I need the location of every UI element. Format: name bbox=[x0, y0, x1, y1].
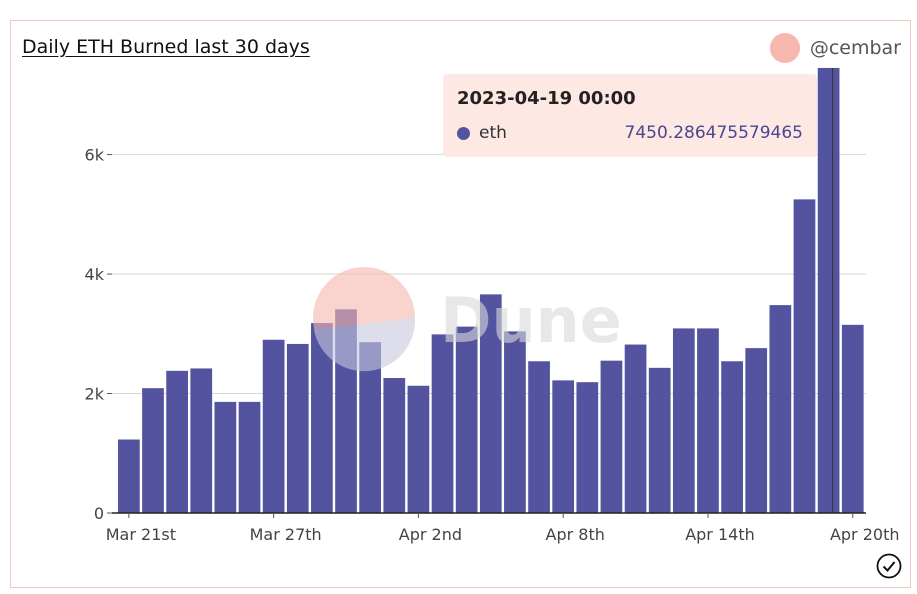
bar bbox=[238, 401, 261, 513]
bar bbox=[118, 439, 140, 513]
bar bbox=[600, 360, 623, 513]
x-tick-label: Apr 2nd bbox=[399, 525, 462, 544]
tooltip-date: 2023-04-19 00:00 bbox=[457, 88, 636, 109]
bar bbox=[721, 361, 743, 513]
x-tick-label: Mar 27th bbox=[250, 525, 322, 544]
y-axis-ticks: 0 2k 4k 6k bbox=[85, 146, 105, 523]
tooltip-row: eth 7450.286475579465 bbox=[457, 123, 803, 143]
y-tick-label: 0 bbox=[94, 504, 104, 523]
bar bbox=[528, 361, 550, 513]
y-tick-label: 4k bbox=[85, 265, 105, 284]
bar bbox=[576, 382, 599, 513]
bar bbox=[745, 348, 768, 513]
bar bbox=[190, 368, 213, 513]
y-tick-label: 6k bbox=[85, 146, 105, 165]
watermark-text: Dune bbox=[440, 284, 622, 357]
x-axis-ticks: Mar 21st Mar 27th Apr 2nd Apr 8th Apr 14th Ap… bbox=[106, 513, 900, 544]
dune-watermark: Dune bbox=[313, 267, 622, 372]
bar bbox=[624, 344, 647, 513]
bar bbox=[552, 380, 575, 513]
bar bbox=[672, 328, 695, 513]
tooltip-value: 7450.286475579465 bbox=[624, 123, 803, 143]
bar bbox=[142, 388, 164, 513]
bar bbox=[166, 370, 188, 513]
x-tick-label: Mar 21st bbox=[106, 525, 176, 544]
x-tick-label: Apr 8th bbox=[546, 525, 605, 544]
bar bbox=[504, 331, 526, 513]
bar bbox=[214, 401, 237, 513]
y-tick-label: 2k bbox=[85, 385, 105, 404]
bar bbox=[769, 305, 792, 513]
bar bbox=[841, 324, 864, 513]
hover-tooltip: 2023-04-19 00:00 eth 7450.286475579465 bbox=[443, 74, 817, 157]
bar bbox=[431, 334, 454, 513]
bar bbox=[262, 339, 285, 513]
bar bbox=[817, 67, 840, 513]
x-tick-label: Apr 14th bbox=[685, 525, 755, 544]
bar bbox=[407, 385, 430, 513]
bar bbox=[697, 328, 719, 513]
tooltip-series: eth bbox=[479, 123, 507, 143]
bar bbox=[383, 377, 406, 513]
series-dot bbox=[457, 126, 470, 140]
check-circle-icon[interactable] bbox=[876, 553, 902, 579]
x-tick-label: Apr 20th bbox=[830, 525, 900, 544]
bar bbox=[286, 343, 309, 513]
bar bbox=[793, 199, 816, 513]
bar bbox=[648, 367, 671, 513]
